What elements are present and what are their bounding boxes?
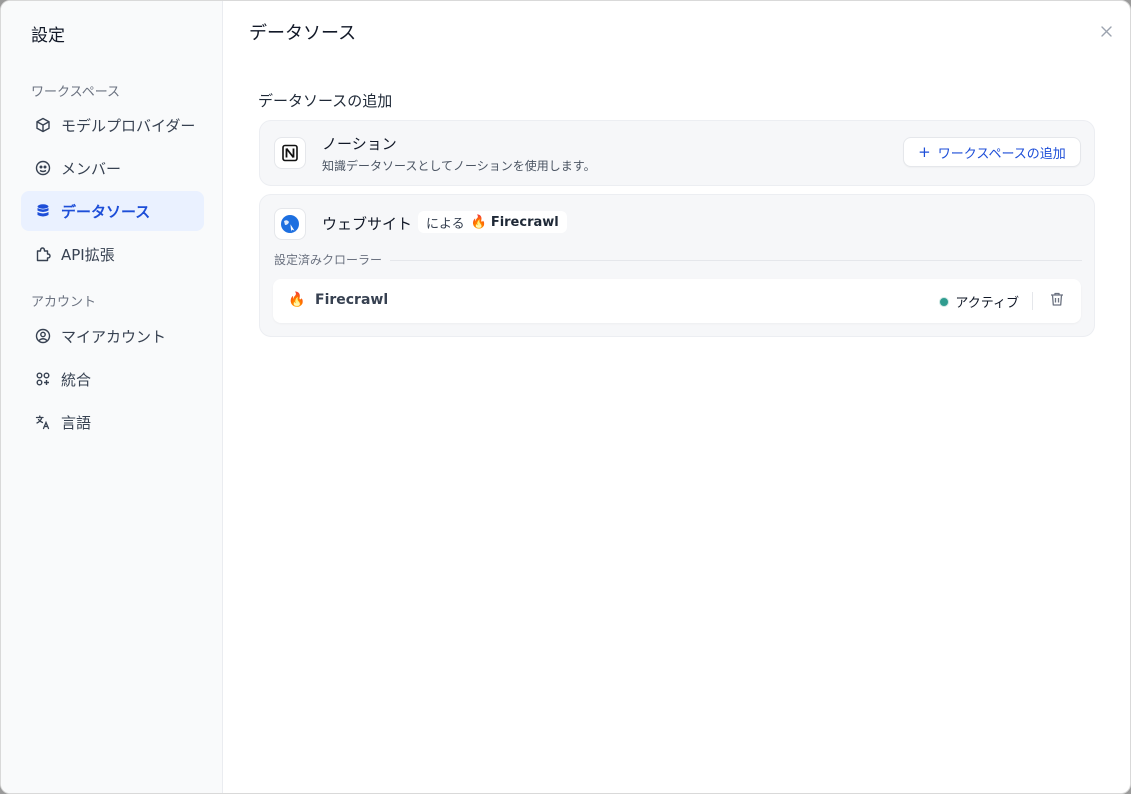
sidebar: 設定 ワークスペース モデルプロバイダー メンバー データソース API拡張 ア…	[1, 1, 223, 793]
notion-description: 知識データソースとしてノーションを使用します。	[322, 159, 596, 173]
settings-window: 設定 ワークスペース モデルプロバイダー メンバー データソース API拡張 ア…	[0, 0, 1131, 794]
fire-icon: 🔥	[288, 292, 306, 308]
sidebar-item-label: メンバー	[61, 159, 122, 178]
fire-icon: 🔥	[470, 214, 487, 230]
sidebar-item-label: データソース	[61, 202, 151, 221]
status-dot	[939, 296, 950, 307]
sidebar-item-language[interactable]: 言語	[21, 402, 204, 442]
workspace-section-label: ワークスペース	[31, 85, 121, 100]
members-icon	[35, 160, 51, 176]
sidebar-item-label: 統合	[61, 370, 92, 389]
add-workspace-button[interactable]: + ワークスペースの追加	[903, 137, 1081, 167]
sidebar-item-members[interactable]: メンバー	[21, 148, 204, 188]
by-label: による	[426, 216, 465, 232]
sidebar-item-my-account[interactable]: マイアカウント	[21, 316, 204, 356]
user-circle-icon	[35, 328, 51, 344]
notion-logo	[274, 137, 306, 169]
sidebar-title: 設定	[31, 26, 65, 46]
sidebar-item-label: マイアカウント	[61, 327, 167, 346]
add-datasource-title: データソースの追加	[258, 92, 393, 110]
sidebar-item-api-extension[interactable]: API拡張	[21, 234, 204, 274]
status-label: アクティブ	[955, 296, 1019, 311]
crawler-name: Firecrawl	[315, 292, 389, 308]
add-workspace-label: ワークスペースの追加	[937, 146, 1066, 162]
close-button[interactable]	[1096, 21, 1116, 41]
sidebar-item-integrations[interactable]: 統合	[21, 359, 204, 399]
status-badge: アクティブ	[939, 292, 1019, 311]
provider-badge: による 🔥 Firecrawl	[418, 211, 567, 233]
delete-button[interactable]	[1047, 291, 1067, 311]
website-logo	[274, 208, 306, 240]
website-card: ウェブサイト による 🔥 Firecrawl 設定済みクローラー 🔥 Firec…	[259, 194, 1095, 337]
sidebar-item-data-source[interactable]: データソース	[21, 191, 204, 231]
notion-name: ノーション	[322, 135, 397, 153]
cube-icon	[35, 117, 51, 133]
provider-name: Firecrawl	[490, 214, 559, 230]
account-section-label: アカウント	[31, 295, 97, 310]
database-icon	[35, 203, 51, 219]
puzzle-icon	[35, 246, 51, 262]
website-name: ウェブサイト	[322, 215, 413, 233]
sidebar-item-label: モデルプロバイダー	[61, 116, 196, 135]
notion-card: ノーション 知識データソースとしてノーションを使用します。 + ワークスペースの…	[259, 120, 1095, 186]
configured-crawlers-label: 設定済みクローラー	[274, 253, 383, 267]
divider	[1032, 292, 1033, 310]
trash-icon	[1049, 291, 1065, 311]
sidebar-item-model-provider[interactable]: モデルプロバイダー	[21, 105, 204, 145]
crawler-row: 🔥 Firecrawl アクティブ	[273, 279, 1081, 323]
main-panel: データソース データソースの追加 ノーション 知識データソースとしてノーションを…	[223, 1, 1130, 793]
close-icon	[1100, 21, 1112, 42]
sidebar-item-label: 言語	[61, 413, 92, 432]
translate-icon	[35, 414, 51, 430]
page-title: データソース	[249, 23, 357, 44]
plus-icon: +	[918, 143, 931, 161]
integrations-icon	[35, 371, 51, 387]
sidebar-item-label: API拡張	[61, 245, 115, 264]
divider	[390, 260, 1082, 261]
